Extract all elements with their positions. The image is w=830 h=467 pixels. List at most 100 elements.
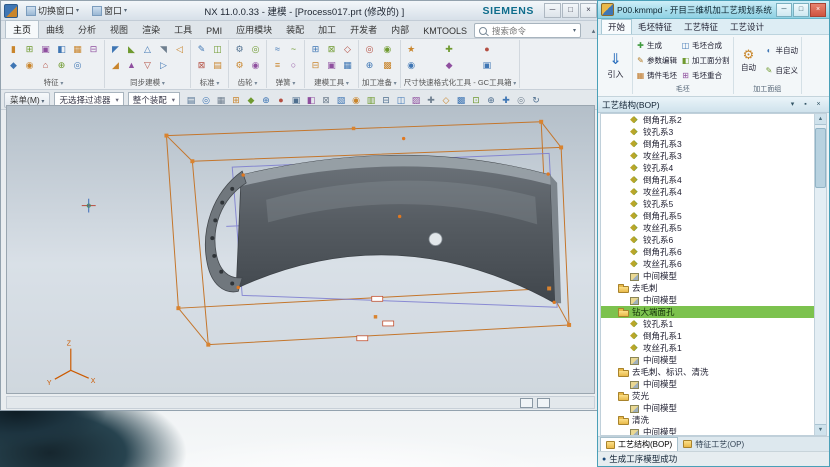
km-maximize-button[interactable]: □ [793, 3, 809, 17]
ribbon-icon[interactable]: ◉ [404, 58, 419, 72]
ribbon-icon[interactable]: ≡ [270, 58, 285, 72]
tree-item[interactable]: 铰孔系6 [601, 234, 814, 246]
ribbon-icon[interactable]: ⚙ [232, 42, 247, 56]
tree-item[interactable]: 倒角孔系5 [601, 210, 814, 222]
scrollbar-thumb[interactable] [815, 128, 826, 188]
ribbon-icon[interactable]: ◥ [156, 42, 171, 56]
nx-close-button[interactable]: × [580, 3, 597, 18]
ribbon-button[interactable]: ▦铸件毛坯 [635, 69, 678, 82]
ribbon-icon[interactable]: ◉ [22, 58, 37, 72]
tree-item[interactable]: 倒角孔系1 [601, 330, 814, 342]
ribbon-icon[interactable]: ⊞ [308, 42, 323, 56]
panel-close-icon[interactable]: × [812, 98, 825, 111]
ribbon-icon[interactable]: ⊠ [324, 42, 339, 56]
ribbon-group-label[interactable]: 弹簧 [270, 77, 301, 88]
ribbon-tab[interactable]: 工具 [167, 21, 199, 38]
nx-restore-button[interactable]: □ [562, 3, 579, 18]
ribbon-tab[interactable]: 视图 [103, 21, 135, 38]
ribbon-tab[interactable]: 毛坯特征 [632, 20, 678, 34]
ribbon-icon[interactable]: ★ [404, 42, 419, 56]
ribbon-icon[interactable]: ○ [286, 58, 301, 72]
ribbon-icon[interactable]: ▦ [70, 42, 85, 56]
ribbon-button[interactable]: ✚生成 [635, 39, 678, 52]
ribbon-icon[interactable]: ▩ [380, 58, 395, 72]
tree-item[interactable]: 铰孔系1 [601, 318, 814, 330]
ribbon-icon[interactable]: ▣ [324, 58, 339, 72]
tree-item[interactable]: 倒角孔系6 [601, 246, 814, 258]
tree-item[interactable]: 中间模型 [601, 294, 814, 306]
ribbon-tab[interactable]: 应用模块 [229, 21, 279, 38]
tree-item[interactable]: 钻大端面孔 [601, 306, 814, 318]
tree-item[interactable]: 清洗 [601, 414, 814, 426]
ribbon-icon[interactable]: ⚙ [232, 58, 247, 72]
ribbon-icon[interactable]: ▣ [38, 42, 53, 56]
ribbon-tab[interactable]: 渲染 [135, 21, 167, 38]
ribbon-icon[interactable]: ✚ [442, 42, 457, 56]
ribbon-icon[interactable]: ⊠ [194, 58, 209, 72]
ribbon-icon[interactable]: ~ [286, 42, 301, 56]
km-close-button[interactable]: × [810, 3, 826, 17]
graphics-window[interactable]: Z X Y [6, 105, 595, 394]
panel-pin-icon[interactable]: ▪ [799, 98, 812, 111]
tree-item[interactable]: 铰孔系4 [601, 162, 814, 174]
ribbon-icon[interactable]: ⊟ [86, 42, 101, 56]
tree-item[interactable]: 中间模型 [601, 270, 814, 282]
ribbon-icon[interactable]: ◆ [442, 58, 457, 72]
ribbon-icon[interactable]: ▣ [479, 58, 494, 72]
ribbon-button[interactable]: ◐半自动 [764, 44, 800, 57]
ribbon-tab[interactable]: 开发者 [343, 21, 384, 38]
ribbon-icon[interactable]: ▲ [124, 58, 139, 72]
ribbon-tab[interactable]: 分析 [71, 21, 103, 38]
tree-item[interactable]: 攻丝孔系5 [601, 222, 814, 234]
ribbon-icon[interactable]: ◢ [108, 58, 123, 72]
ribbon-tab[interactable]: 工艺特征 [678, 20, 724, 34]
ribbon-icon[interactable]: ▽ [140, 58, 155, 72]
window-menu-button[interactable]: 窗口 ▾ [87, 2, 132, 19]
km-minimize-button[interactable]: ─ [776, 3, 792, 17]
ribbon-icon[interactable]: ◎ [70, 58, 85, 72]
ribbon-tab[interactable]: 开始 [601, 19, 632, 34]
ribbon-tab[interactable]: 曲线 [39, 21, 71, 38]
ribbon-group-label[interactable]: 标准 [194, 77, 225, 88]
ribbon-button[interactable]: ✎参数编辑 [635, 54, 678, 67]
ribbon-icon[interactable]: ◆ [6, 58, 21, 72]
ribbon-button[interactable]: ✎自定义 [764, 64, 800, 77]
ribbon-icon[interactable]: ◫ [210, 42, 225, 56]
ribbon-icon[interactable]: ◁ [172, 42, 187, 56]
ribbon-group-label[interactable]: 尺寸快速格式化工具 - GC工具箱 [404, 77, 517, 88]
ribbon-icon[interactable]: ◉ [248, 58, 263, 72]
tree-item[interactable]: 中间模型 [601, 402, 814, 414]
ribbon-icon[interactable]: ⊕ [54, 58, 69, 72]
ribbon-button[interactable]: ⊞毛坯重合 [680, 69, 731, 82]
ribbon-icon[interactable]: ◣ [124, 42, 139, 56]
ribbon-group-label[interactable]: 建模工具 [308, 77, 355, 88]
ribbon-icon[interactable]: ⊕ [362, 58, 377, 72]
auto-button[interactable]: ⚙ 自动 [735, 37, 763, 84]
command-search[interactable]: ▾ [474, 23, 581, 38]
ribbon-tab[interactable]: PMI [199, 24, 229, 38]
ribbon-tab[interactable]: KMTOOLS [416, 24, 474, 38]
ribbon-tab[interactable]: 内部 [384, 21, 416, 38]
tree-item[interactable]: 铰孔系3 [601, 126, 814, 138]
switch-window-button[interactable]: 切换窗口 ▾ [21, 2, 84, 19]
ribbon-tab[interactable]: 加工 [311, 21, 343, 38]
ribbon-icon[interactable]: ✎ [194, 42, 209, 56]
tree-scrollbar[interactable]: ▲ ▼ [814, 114, 826, 435]
ribbon-icon[interactable]: ▮ [6, 42, 21, 56]
ribbon-icon[interactable]: ▷ [156, 58, 171, 72]
ribbon-icon[interactable]: ◎ [362, 42, 377, 56]
panel-menu-icon[interactable]: ▾ [786, 98, 799, 111]
tree-item[interactable]: 中间模型 [601, 426, 814, 435]
ribbon-icon[interactable]: ◤ [108, 42, 123, 56]
status-box[interactable] [520, 398, 533, 408]
tree-item[interactable]: 去毛刺 [601, 282, 814, 294]
ribbon-tab[interactable]: 工艺设计 [724, 20, 770, 34]
ribbon-tab[interactable]: 主页 [5, 20, 39, 38]
ribbon-icon[interactable]: ⊟ [308, 58, 323, 72]
ribbon-icon[interactable]: ◎ [248, 42, 263, 56]
tree-item[interactable]: 中间模型 [601, 354, 814, 366]
nx-minimize-button[interactable]: ─ [544, 3, 561, 18]
tree-item[interactable]: 荧光 [601, 390, 814, 402]
ribbon-icon[interactable]: ⌂ [38, 58, 53, 72]
scroll-up-icon[interactable]: ▲ [815, 114, 826, 125]
